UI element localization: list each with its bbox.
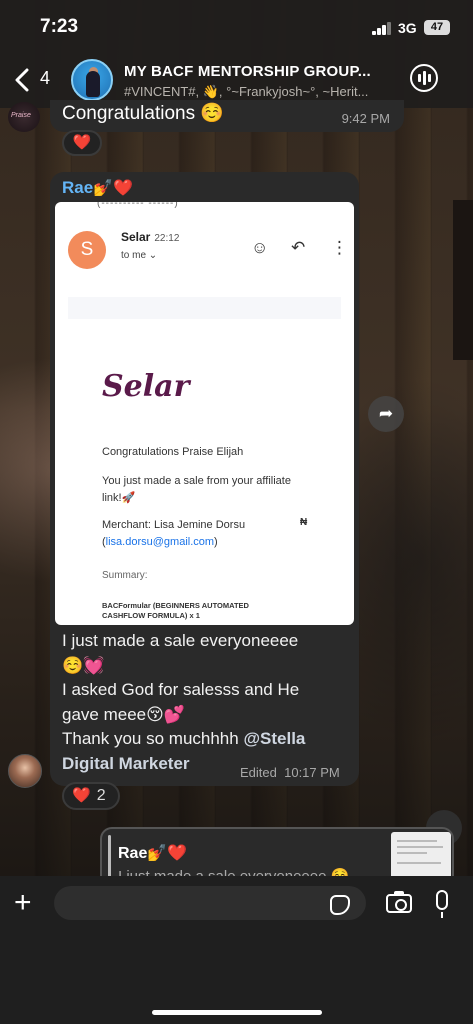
email-from: Selar 22:12 (121, 230, 180, 244)
email-sender-avatar: S (68, 231, 106, 269)
composer-bar: + (0, 876, 473, 1024)
wallpaper-frame (453, 200, 473, 360)
group-avatar[interactable] (71, 59, 113, 101)
home-indicator (152, 1010, 322, 1015)
message-text: Congratulations ☺️ (62, 103, 225, 124)
back-button[interactable]: 4 (10, 66, 50, 94)
microphone-icon[interactable] (436, 890, 448, 918)
emoji-icon: ☺ (251, 238, 269, 257)
sender-avatar[interactable]: Praise (8, 102, 40, 132)
unread-count: 4 (40, 68, 51, 88)
message-input[interactable] (54, 886, 366, 920)
signal-icon (372, 22, 392, 35)
battery-icon: 47 (424, 20, 450, 35)
chevron-left-icon (15, 68, 29, 92)
reply-sender-name: Rae💅❤️ (118, 845, 188, 862)
email-screenshot-image[interactable]: (---------- ------) S Selar 22:12 to me ⌄… (55, 202, 354, 625)
message-meta: Edited 10:17 PM (240, 765, 340, 780)
more-icon: ⋮ (331, 238, 348, 257)
email-body: Selar Congratulations Praise Elijah You … (68, 297, 341, 625)
sender-avatar[interactable] (8, 754, 42, 788)
sender-name[interactable]: Rae💅❤️ (62, 178, 133, 198)
status-time: 7:23 (40, 16, 79, 37)
network-type: 3G (398, 20, 417, 36)
attach-plus-icon[interactable]: + (14, 888, 32, 918)
group-call-button[interactable] (410, 64, 438, 92)
reaction-badge[interactable]: ❤️ 2 (62, 782, 120, 810)
mention-link[interactable]: @Stella (243, 729, 305, 748)
message-bubble[interactable]: Congratulations ☺️ 9:42 PM (50, 100, 404, 132)
message-caption: I just made a sale everyoneeee ☺️💓 I ask… (62, 629, 352, 776)
message-bubble-image[interactable]: Rae💅❤️ (---------- ------) S Selar 22:12 … (50, 172, 359, 786)
group-title[interactable]: MY BACF MENTORSHIP GROUP... (124, 63, 371, 80)
selar-logo: Selar (102, 369, 190, 404)
reaction-badge[interactable]: ❤️ (62, 130, 102, 156)
reply-icon: ↶ (291, 238, 306, 257)
group-members[interactable]: #VINCENT#, 👋, °~Frankyjosh~°, ~Herit... (124, 84, 368, 100)
camera-icon[interactable] (386, 891, 412, 913)
chat-header: 7:23 3G 47 4 MY BACF MENTORSHIP GROUP...… (0, 0, 473, 108)
reply-thumbnail (391, 832, 451, 882)
message-time: 9:42 PM (341, 111, 390, 126)
email-to: to me ⌄ (121, 250, 158, 261)
forward-icon[interactable]: ➦ (368, 396, 404, 432)
